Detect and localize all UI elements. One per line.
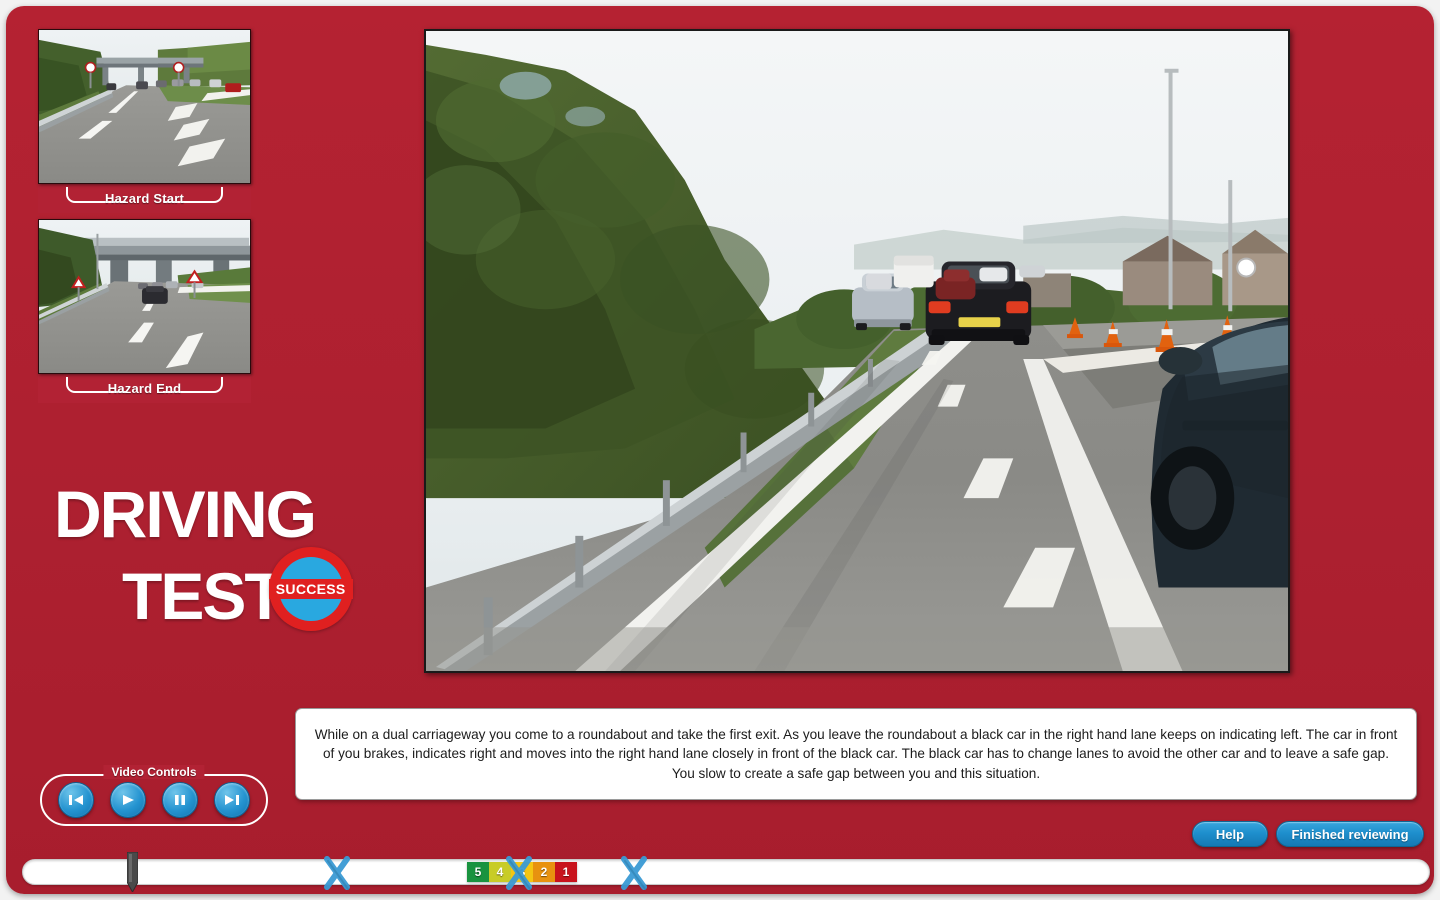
logo-line-1: DRIVING xyxy=(54,477,317,551)
app-root: Hazard Start Hazard End DRIVING TEST SUC… xyxy=(0,0,1440,900)
score-segment-5: 5 xyxy=(467,862,489,882)
score-band: 54321 xyxy=(467,862,577,882)
hazard-start-thumbnail[interactable]: Hazard Start xyxy=(38,29,251,213)
timeline-click-mark xyxy=(320,853,354,893)
logo-line-2: TEST xyxy=(122,559,285,633)
video-controls-panel: Video Controls xyxy=(40,765,268,826)
brand-logo: DRIVING TEST SUCCESS xyxy=(54,477,374,634)
foreground-car xyxy=(1150,317,1288,588)
skip-back-icon xyxy=(67,793,85,807)
hazard-start-image[interactable] xyxy=(38,29,251,184)
hazard-description-text: While on a dual carriageway you come to … xyxy=(314,727,1398,781)
hazard-end-bracket: Hazard End xyxy=(38,377,251,403)
help-button[interactable]: Help xyxy=(1192,821,1268,847)
skip-back-button[interactable] xyxy=(58,782,94,818)
pause-button[interactable] xyxy=(162,782,198,818)
timeline-track[interactable]: 54321 xyxy=(23,852,1429,892)
score-segment-4: 4 xyxy=(489,862,511,882)
hazard-start-bracket: Hazard Start xyxy=(38,187,251,213)
play-icon xyxy=(119,793,137,807)
finished-reviewing-button[interactable]: Finished reviewing xyxy=(1276,821,1424,847)
video-frame xyxy=(426,31,1288,671)
hazard-description-box: While on a dual carriageway you come to … xyxy=(295,708,1417,800)
hazard-end-image[interactable] xyxy=(38,219,251,374)
video-player[interactable] xyxy=(424,29,1290,673)
success-badge-label: SUCCESS xyxy=(268,578,353,599)
success-badge-icon: SUCCESS xyxy=(268,546,353,631)
video-timeline[interactable]: 54321 xyxy=(22,852,1430,892)
score-segment-2: 2 xyxy=(533,862,555,882)
hazard-end-thumbnail[interactable]: Hazard End xyxy=(38,219,251,403)
skip-forward-button[interactable] xyxy=(214,782,250,818)
play-button[interactable] xyxy=(110,782,146,818)
pause-icon xyxy=(171,793,189,807)
skip-forward-icon xyxy=(223,793,241,807)
hazard-end-label: Hazard End xyxy=(107,381,182,396)
timeline-click-mark xyxy=(617,853,651,893)
hazard-start-label: Hazard Start xyxy=(105,191,184,206)
score-segment-3: 3 xyxy=(511,862,533,882)
main-panel: Hazard Start Hazard End DRIVING TEST SUC… xyxy=(6,6,1434,894)
timeline-playhead[interactable] xyxy=(127,852,138,892)
score-segment-1: 1 xyxy=(555,862,577,882)
